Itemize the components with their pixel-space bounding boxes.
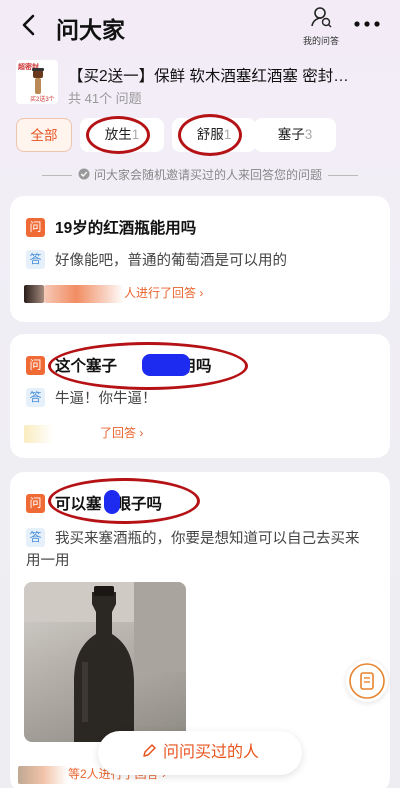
back-arrow-icon[interactable] [14,10,44,40]
chip-label: 塞子 [277,127,305,142]
wine-bottle-photo [24,582,186,742]
chip-label: 全部 [30,128,58,143]
annotation-circle [178,114,242,156]
chip-saizi[interactable]: 塞子3 [254,118,336,152]
invite-notice: 问大家会随机邀请买过的人来回答您的问题 [0,166,400,183]
answer-row: 答牛逼！你牛逼！ [26,388,157,410]
qa-card[interactable]: 问 19岁的红酒瓶能用吗 答好像能吧，普通的葡萄酒是可以用的 人进行了回答 › [10,196,390,322]
question-row: 问 19岁的红酒瓶能用吗 [26,216,196,238]
avatar [44,284,124,303]
answer-row: 答好像能吧，普通的葡萄酒是可以用的 [26,250,287,272]
my-questions-label: 我的问答 [302,36,339,46]
answerers-link[interactable]: 了回答 › [24,424,143,444]
chip-all[interactable]: 全部 [16,118,72,152]
question-badge: 问 [26,494,45,513]
notes-icon [349,663,385,699]
question-count: 共 41个 问题 [68,91,142,106]
product-title: 【买2送一】保鲜 软木酒塞红酒塞 密封… [68,68,349,85]
product-thumbnail-subtag: 买2送3个 [30,97,55,103]
answer-badge: 答 [26,250,45,269]
annotation-circle [48,342,248,390]
answerers-link[interactable]: 人进行了回答 › [24,284,203,304]
avatar [24,424,54,443]
annotation-circle [86,116,150,154]
question-badge: 问 [26,218,45,237]
verified-icon [78,168,90,180]
ask-buyers-button[interactable]: 问问买过的人 [98,731,302,775]
answerers-text: 人进行了回答 › [124,286,204,300]
top-bar: 问大家 我的问答 [0,0,400,52]
ask-buyers-label: 问问买过的人 [162,744,259,761]
my-questions-button[interactable]: 我的问答 [298,6,344,46]
notes-float-button[interactable] [346,660,388,702]
avatar [18,765,68,784]
answer-badge: 答 [26,528,45,547]
answer-badge: 答 [26,388,45,407]
qa-card[interactable]: 问这个塞子能用吗 答牛逼！你牛逼！ 了回答 › [10,334,390,458]
answer-text: 牛逼！你牛逼！ [55,391,157,407]
person-question-icon [311,7,332,28]
pencil-icon [143,744,156,757]
answer-row: 答我买来塞酒瓶的，你要是想知道可以自己去买来用一用 [26,528,366,572]
avatar [24,284,44,303]
product-thumbnail: 超密封 买2送3个 [16,60,58,104]
question-text: 19岁的红酒瓶能用吗 [55,220,197,237]
product-summary[interactable]: 超密封 买2送3个 【买2送一】保鲜 软木酒塞红酒塞 密封… 共 41个 问题 [16,60,388,110]
page-title: 问大家 [56,17,125,43]
answer-text: 我买来塞酒瓶的，你要是想知道可以自己去买来用一用 [26,531,360,569]
invite-notice-text: 问大家会随机邀请买过的人来回答您的问题 [93,168,322,182]
more-icon[interactable] [350,12,384,36]
question-badge: 问 [26,356,45,375]
annotation-circle [48,478,200,524]
answer-photo[interactable] [24,582,186,742]
answer-text: 好像能吧，普通的葡萄酒是可以用的 [55,253,287,269]
answerers-text: 了回答 › [100,426,144,440]
chip-count: 3 [304,127,313,142]
